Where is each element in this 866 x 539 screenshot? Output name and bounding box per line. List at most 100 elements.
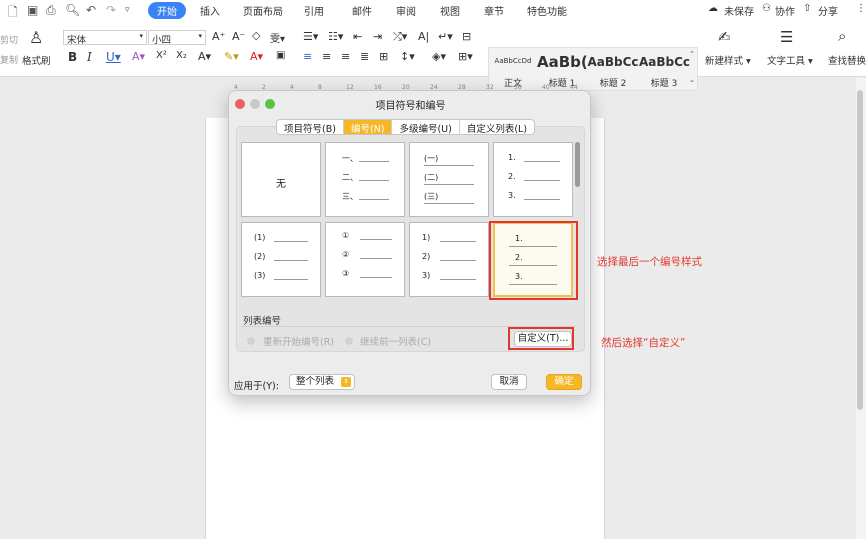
menu-tab-4[interactable]: 邮件 [352,3,372,18]
format-painter-icon: ♙ [29,28,44,47]
new-style-icon: ✍ [718,28,731,46]
tab-multilevel[interactable]: 多级编号(U) [392,120,460,134]
style-chinese-numeral[interactable]: 一、 二、 三、 [325,142,405,217]
decrease-indent-icon[interactable]: ⇤ [353,30,362,43]
dialog-title: 项目符号和编号 [375,101,446,112]
redo-icon[interactable]: ↷ [106,3,116,17]
shrink-font-icon[interactable]: A⁻ [232,30,245,43]
underline-icon[interactable]: U▾ [106,50,121,64]
ribbon-home: 剪切 复制 ♙ 格式刷 宋体 ▾ 小四 ▾ A⁺ A⁻ ◇ 雯▾ B I U▾ A▾… [0,20,866,91]
line-spacing-icon[interactable]: ↕▾ [400,50,415,63]
collaborate-icon: ⚇ [762,3,771,14]
share-button[interactable]: 分享 [818,3,838,18]
collaborate-button[interactable]: 协作 [775,3,795,18]
italic-icon[interactable]: I [87,50,92,64]
window-scrollbar-thumb[interactable] [857,90,863,410]
title-toolbar: 🗋 ▣ ⎙ 🔍︎ ↶ ↷ ▿ 开始 插入 页面布局 引用 邮件 审阅 视图 章节 特色功能 ☁ … [0,0,866,20]
tab-custom-list[interactable]: 自定义列表(L) [460,120,534,134]
share-icon: ⇧ [803,3,812,14]
show-marks-icon[interactable]: A| [418,30,429,43]
align-left-icon[interactable]: ≡ [303,50,312,63]
grow-font-icon[interactable]: A⁺ [212,30,225,43]
char-border-icon[interactable]: ▣ [276,50,285,61]
style-chinese-paren[interactable]: (一) (二) (三) [409,142,489,217]
tab-numbering[interactable]: 编号(N) [343,120,393,134]
table-line-icon[interactable]: ⊟ [462,30,471,43]
style-arabic-dot[interactable]: 1. 2. 3. [493,142,573,217]
text-tools-button[interactable]: 文字工具 ▾ [767,53,813,67]
select-stepper-icon: ⇕ [341,377,351,387]
increase-indent-icon[interactable]: ⇥ [373,30,382,43]
style-circled-number[interactable]: ① ② ③ [325,222,405,297]
restart-radio[interactable] [247,337,255,345]
phonetic-icon[interactable]: 雯▾ [270,30,285,45]
restart-label: 重新开始编号(R) [263,337,335,348]
annotation-select-last: 选择最后一个编号样式 [597,256,702,268]
cloud-icon: ☁ [708,3,718,14]
continue-radio[interactable] [345,337,353,345]
menu-tab-5[interactable]: 审阅 [396,3,416,18]
align-right-icon[interactable]: ≡ [341,50,350,63]
cut-button[interactable]: 剪切 [0,33,18,46]
menu-tab-2[interactable]: 页面布局 [243,3,283,18]
menu-tab-6[interactable]: 视图 [440,3,460,18]
apply-to-label: 应用于(Y): [234,381,279,392]
font-size-select[interactable]: 小四 ▾ [148,30,206,46]
format-painter-button[interactable]: 格式刷 [22,53,51,67]
cancel-button[interactable]: 取消 [491,374,527,390]
annotation-then-customize: 然后选择“自定义” [601,337,686,349]
style-h2-label[interactable]: 标题 2 [587,76,639,89]
apply-to-select[interactable]: 整个列表 ⇕ [289,374,355,390]
style-normal-preview[interactable]: AaBbCcDd [491,57,535,65]
style-scroll-up-icon[interactable]: ⌃ [689,50,695,58]
new-style-button[interactable]: 新建样式 ▾ [705,53,751,67]
sort-icon[interactable]: ⤮▾ [393,30,407,44]
tab-bullets[interactable]: 项目符号(B) [277,120,344,134]
font-name-select[interactable]: 宋体 ▾ [63,30,147,46]
style-h2-preview[interactable]: AaBbCc [587,55,639,69]
ok-button[interactable]: 确定 [546,374,582,390]
menu-tab-8[interactable]: 特色功能 [527,3,567,18]
distribute-icon[interactable]: ⊞ [379,50,388,63]
list-numbering-heading: 列表编号 [243,316,282,327]
clear-format-icon[interactable]: ◇ [252,29,260,42]
menu-tab-0[interactable]: 开始 [148,2,186,19]
strikethrough-icon[interactable]: A▾ [132,50,145,63]
menu-tab-7[interactable]: 章节 [484,3,504,18]
style-h3-preview[interactable]: AaBbCc [639,55,690,69]
export-icon[interactable]: ▣ [27,3,38,17]
unsaved-status[interactable]: 未保存 [724,3,754,18]
style-none[interactable]: 无 [241,142,321,217]
highlight-customize [508,327,574,350]
menu-tab-3[interactable]: 引用 [304,3,324,18]
style-h1-preview[interactable]: AaBb( [537,53,588,71]
text-tools-icon: ☰ [780,28,794,46]
font-color-icon[interactable]: A▾ [250,50,263,63]
copy-button[interactable]: 复制 [0,53,18,66]
style-arabic-paren[interactable]: (1) (2) (3) [241,222,321,297]
bold-icon[interactable]: B [68,50,77,64]
justify-icon[interactable]: ≣ [360,50,369,63]
preview-icon[interactable]: 🔍︎ [65,3,80,17]
style-h3-label[interactable]: 标题 3 [639,76,689,89]
style-grid-scrollbar[interactable] [575,142,580,187]
undo-icon[interactable]: ↶ [86,3,96,17]
text-effect-icon[interactable]: A▾ [198,50,211,63]
more-icon[interactable]: ⋮ [856,3,866,14]
paragraph-mark-icon[interactable]: ↵▾ [438,30,453,43]
find-replace-button[interactable]: 查找替换 [828,53,866,67]
find-icon: ⌕ [838,27,847,45]
style-arabic-half-paren[interactable]: 1) 2) 3) [409,222,489,297]
borders-icon[interactable]: ⊞▾ [458,50,473,63]
superscript-icon[interactable]: X² [156,50,167,61]
numbered-list-icon[interactable]: ☷▾ [328,30,343,43]
highlight-icon[interactable]: ✎▾ [224,50,239,63]
quick-access-dropdown-icon[interactable]: ▿ [125,5,130,15]
style-scroll-down-icon[interactable]: ⌄ [689,76,695,84]
print-icon[interactable]: ⎙ [46,3,56,18]
shading-icon[interactable]: ◈▾ [432,50,446,63]
align-center-icon[interactable]: ≡ [322,50,331,63]
bullet-list-icon[interactable]: ☰▾ [303,30,318,43]
subscript-icon[interactable]: X₂ [176,50,187,61]
menu-tab-1[interactable]: 插入 [200,3,220,18]
